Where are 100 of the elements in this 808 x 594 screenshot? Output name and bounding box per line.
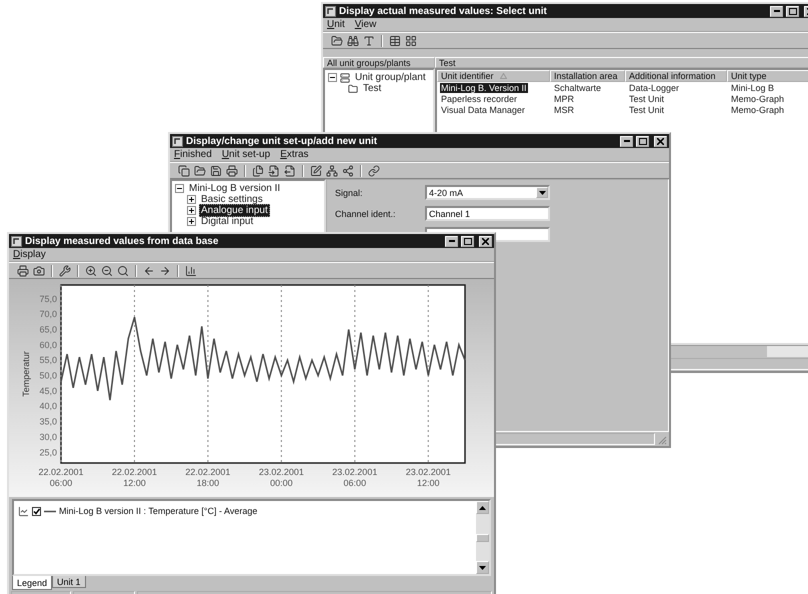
column-header[interactable]: Unit type	[727, 70, 808, 82]
arrow-up-icon	[479, 506, 486, 510]
column-header[interactable]: Installation area	[550, 70, 625, 82]
files-icon[interactable]	[252, 164, 264, 176]
share-icon[interactable]	[342, 164, 354, 176]
input-field[interactable]: Channel 1	[425, 206, 550, 221]
line-swatch	[44, 510, 56, 512]
minimize-button[interactable]	[770, 6, 783, 16]
close-button[interactable]	[654, 136, 667, 146]
maximize-button[interactable]	[786, 6, 799, 16]
table-icon[interactable]	[389, 34, 401, 46]
wrench-icon[interactable]	[59, 264, 71, 276]
minimize-button[interactable]	[620, 136, 633, 146]
bar-chart-icon[interactable]	[185, 264, 197, 276]
expand-icon[interactable]	[187, 206, 196, 215]
minimize-icon	[774, 10, 780, 12]
axis-tick-label: 30,0	[39, 432, 57, 442]
line-chart-icon	[18, 506, 29, 516]
tab[interactable]: Legend	[12, 576, 52, 590]
zoom-in-icon[interactable]	[85, 264, 97, 276]
axis-tick-label: 65,0	[39, 324, 57, 334]
table-cell: Memo-Graph	[730, 104, 786, 114]
tree-item[interactable]: Analogue input	[199, 204, 270, 217]
maximize-icon	[638, 138, 646, 144]
link-icon[interactable]	[368, 164, 380, 176]
axis-tick-label: 55,0	[39, 355, 57, 366]
pen-icon[interactable]	[310, 164, 322, 176]
save-icon[interactable]	[210, 164, 222, 176]
close-button[interactable]	[479, 236, 492, 246]
server-icon	[340, 72, 350, 82]
app-icon	[172, 136, 183, 146]
tab[interactable]: Unit 1	[52, 576, 86, 588]
collapse-icon[interactable]	[175, 184, 184, 193]
window-title: Display actual measured values: Select unit	[339, 6, 548, 16]
menu-item[interactable]: Extras	[280, 149, 309, 160]
tree-item[interactable]: Mini-Log B version II	[187, 182, 282, 195]
checkbox[interactable]	[32, 506, 41, 516]
maximize-button[interactable]	[461, 236, 474, 246]
printer-icon[interactable]	[226, 164, 238, 176]
arrow-right-icon[interactable]	[159, 264, 171, 276]
tree-item[interactable]: Test	[361, 82, 384, 95]
folder-icon	[348, 84, 358, 94]
resize-grip[interactable]	[657, 435, 667, 445]
collapse-icon[interactable]	[328, 73, 337, 82]
copy-icon[interactable]	[178, 164, 190, 176]
menu-item[interactable]: Display	[13, 249, 46, 260]
grid-icon[interactable]	[405, 34, 417, 46]
minimize-icon	[448, 240, 454, 242]
printer-icon[interactable]	[17, 264, 29, 276]
table-cell: Memo-Graph	[730, 94, 786, 104]
camera-icon[interactable]	[33, 264, 45, 276]
folder-icon[interactable]	[331, 34, 343, 46]
maximize-icon	[788, 8, 796, 14]
scrollbar[interactable]	[476, 501, 489, 574]
table-cell[interactable]: Mini-Log B. Version II	[440, 82, 528, 92]
text-icon[interactable]	[363, 34, 375, 46]
signal-dropdown[interactable]: 4-20 mA	[425, 185, 550, 200]
file-arrow-icon[interactable]	[284, 164, 296, 176]
axis-tick-label: 45,0	[39, 386, 57, 396]
sort-icon	[500, 73, 507, 79]
tree-item[interactable]: Unit group/plant	[353, 71, 428, 84]
axis-tick-label: 22.02.2001 18:00	[185, 467, 230, 488]
axis-tick-label: 35,0	[39, 416, 57, 427]
axis-tick-label: 23.02.2001 06:00	[332, 467, 378, 488]
table-cell: Mini-Log B	[730, 82, 776, 92]
zoom-out-icon[interactable]	[101, 264, 113, 276]
table-cell[interactable]: Paperless recorder	[440, 94, 518, 104]
binoculars-icon[interactable]	[347, 34, 359, 46]
caret-icon	[538, 190, 546, 194]
table-cell: Test Unit	[628, 94, 666, 104]
axis-tick-label: 70,0	[39, 309, 57, 320]
column-header[interactable]: Additional information	[625, 70, 727, 82]
expand-icon[interactable]	[187, 195, 196, 204]
window-title: Display measured values from data base	[25, 236, 220, 246]
app-icon	[325, 6, 336, 16]
menu-item[interactable]: Unit	[327, 19, 345, 30]
column-header[interactable]: Unit identifier	[437, 70, 550, 82]
maximize-button[interactable]	[636, 136, 649, 146]
file-arrow-icon[interactable]	[268, 164, 280, 176]
scroll-up-button[interactable]	[476, 501, 489, 514]
scroll-down-button[interactable]	[476, 561, 489, 574]
table-cell[interactable]: Visual Data Manager	[440, 104, 526, 114]
axis-tick-label: 23.02.2001 00:00	[258, 467, 304, 488]
folder-icon[interactable]	[194, 164, 206, 176]
minimize-button[interactable]	[445, 236, 458, 246]
axis-tick-label: 23.02.2001 12:00	[406, 467, 451, 488]
menu-item[interactable]: View	[354, 19, 376, 30]
pane-header: All unit groups/plants	[323, 57, 435, 68]
dropdown-button[interactable]	[536, 187, 548, 198]
menu-item[interactable]: Finished	[174, 149, 212, 160]
axis-tick-label: 22.02.2001 06:00	[38, 467, 84, 488]
expand-icon[interactable]	[187, 217, 196, 226]
search-icon[interactable]	[117, 264, 129, 276]
network-icon[interactable]	[326, 164, 338, 176]
tree-item[interactable]: Digital input	[199, 215, 256, 228]
tree-item[interactable]: Basic settings	[199, 193, 265, 206]
scrollbar-thumb[interactable]	[476, 534, 489, 542]
close-icon	[482, 238, 489, 244]
arrow-left-icon[interactable]	[143, 264, 155, 276]
menu-item[interactable]: Unit set-up	[222, 149, 270, 160]
